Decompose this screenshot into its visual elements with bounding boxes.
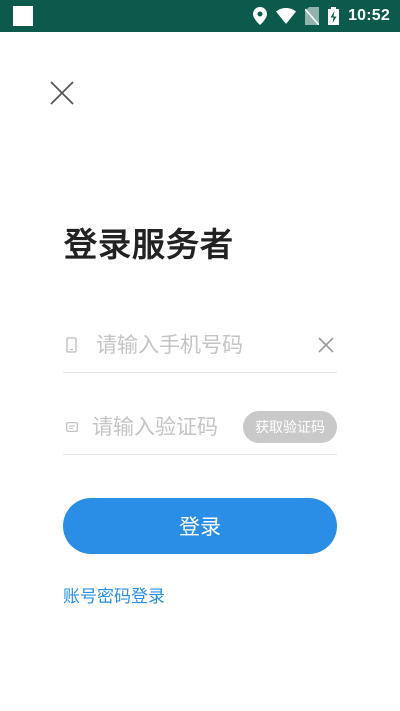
wifi-icon: [276, 8, 297, 24]
no-sim-icon: [305, 7, 320, 25]
notification-square-icon: [13, 6, 33, 26]
password-login-link[interactable]: 账号密码登录: [63, 582, 165, 607]
login-button[interactable]: 登录: [63, 498, 337, 554]
status-time: 10:52: [348, 7, 390, 24]
status-bar: 10:52: [0, 0, 400, 32]
phone-input[interactable]: [96, 333, 309, 357]
status-icons: 10:52: [253, 0, 390, 32]
battery-charging-icon: [328, 7, 340, 25]
page-title: 登录服务者: [64, 225, 234, 264]
close-button[interactable]: [48, 79, 76, 107]
phone-field: [63, 318, 337, 373]
phone-icon: [66, 337, 84, 353]
verification-code-input[interactable]: [92, 415, 243, 439]
sms-code-icon: [66, 422, 84, 432]
clear-icon: [318, 337, 334, 353]
close-icon: [50, 81, 74, 105]
location-icon: [253, 7, 268, 25]
clear-phone-button[interactable]: [315, 334, 337, 356]
verification-code-field: 获取验证码: [63, 400, 337, 455]
get-code-button[interactable]: 获取验证码: [243, 411, 337, 443]
